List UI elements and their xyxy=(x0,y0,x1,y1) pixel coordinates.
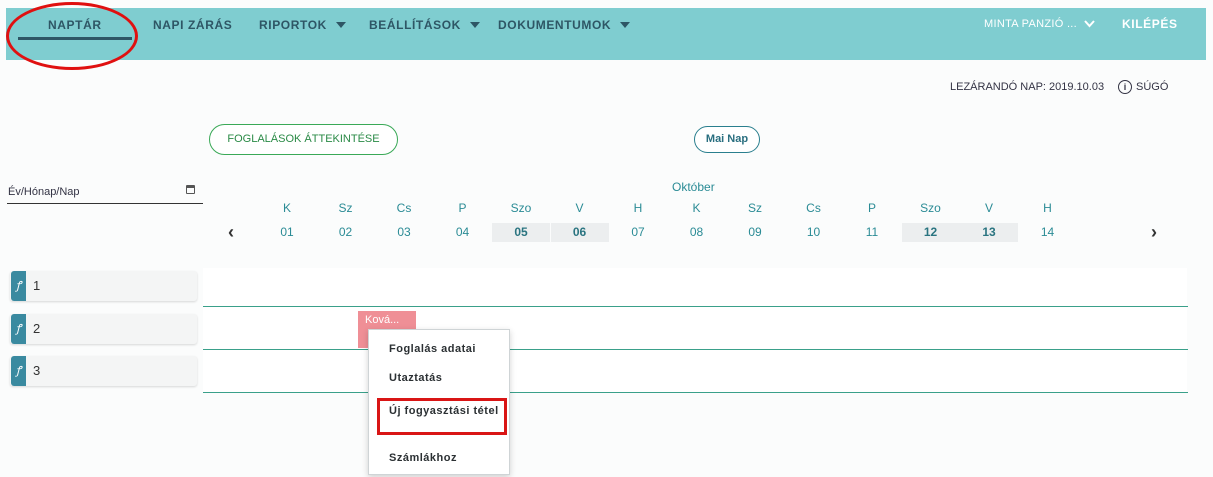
room-label: 2 xyxy=(33,321,41,336)
info-icon: i xyxy=(1118,80,1132,94)
ctx-item-new-consumption[interactable]: Új fogyasztási tétel xyxy=(389,403,499,420)
date-input[interactable]: Év/Hónap/Nap xyxy=(8,186,80,198)
day-number[interactable]: 08 xyxy=(668,223,726,242)
top-navbar: NAPTÁR NAPI ZÁRÁS RIPORTOK BEÁLLÍTÁSOK D… xyxy=(6,8,1206,60)
day-number[interactable]: 01 xyxy=(258,223,316,242)
nav-dokumentumok[interactable]: DOKUMENTUMOK xyxy=(498,18,631,32)
day-name: Sz xyxy=(747,201,762,215)
day-name: H xyxy=(633,201,643,215)
active-tab-underline xyxy=(18,37,132,40)
calendar-icon[interactable] xyxy=(186,185,195,194)
help-label: SÚGÓ xyxy=(1136,80,1169,93)
context-menu: Foglalás adatai Utaztatás Új fogyasztási… xyxy=(368,329,510,475)
key-icon: ꝭ xyxy=(11,356,26,386)
day-name: K xyxy=(692,201,701,215)
day-number[interactable]: 05 xyxy=(492,223,550,242)
nav-beallitasok[interactable]: BEÁLLÍTÁSOK xyxy=(369,18,480,32)
day-name: P xyxy=(867,201,876,215)
nav-napi-zaras[interactable]: NAPI ZÁRÁS xyxy=(153,18,232,32)
help-link[interactable]: i SÚGÓ xyxy=(1118,80,1168,94)
bookings-overview-button[interactable]: FOGLALÁSOK ÁTTEKINTÉSE xyxy=(209,124,398,155)
room-label: 1 xyxy=(33,278,41,293)
day-name: P xyxy=(458,201,467,215)
room-row-3[interactable] xyxy=(203,350,1187,392)
nav-riportok-label: RIPORTOK xyxy=(259,18,327,32)
nav-dokumentumok-label: DOKUMENTUMOK xyxy=(498,18,612,32)
day-number[interactable]: 03 xyxy=(375,223,433,242)
day-number[interactable]: 07 xyxy=(609,223,667,242)
key-icon: ꝭ xyxy=(11,271,26,301)
day-number[interactable]: 11 xyxy=(843,223,901,242)
nav-naptar[interactable]: NAPTÁR xyxy=(48,18,102,32)
chevron-left-icon[interactable]: ‹ xyxy=(228,222,234,243)
day-name: Cs xyxy=(396,201,412,215)
day-number[interactable]: 13 xyxy=(960,223,1018,242)
room-card-2[interactable]: ꝭ 2 xyxy=(10,314,197,344)
room-row-1[interactable] xyxy=(203,268,1187,306)
caret-down-icon xyxy=(620,21,631,28)
room-card-1[interactable]: ꝭ 1 xyxy=(10,271,197,301)
day-name: V xyxy=(575,201,584,215)
key-icon: ꝭ xyxy=(11,314,26,344)
day-number[interactable]: 06 xyxy=(550,223,609,242)
nav-beallitasok-label: BEÁLLÍTÁSOK xyxy=(369,18,461,32)
month-label: Október xyxy=(672,180,715,194)
nav-riportok[interactable]: RIPORTOK xyxy=(259,18,346,32)
room-row-2[interactable] xyxy=(203,307,1187,349)
day-number[interactable]: 14 xyxy=(1019,223,1077,242)
nav-napi-zaras-label: NAPI ZÁRÁS xyxy=(153,18,233,32)
user-menu-label: MINTA PANZIÓ ... xyxy=(984,18,1081,30)
nav-naptar-label: NAPTÁR xyxy=(48,18,102,32)
row-divider xyxy=(203,392,1188,393)
caret-down-icon xyxy=(469,21,480,28)
day-name: Cs xyxy=(806,201,821,215)
day-name: Szo xyxy=(920,201,941,215)
chevron-right-icon[interactable]: › xyxy=(1151,222,1157,243)
day-number[interactable]: 09 xyxy=(726,223,784,242)
logout-button[interactable]: KILÉPÉS xyxy=(1122,17,1178,31)
day-number[interactable]: 10 xyxy=(785,223,843,242)
day-number[interactable]: 04 xyxy=(434,223,492,242)
date-input-underline xyxy=(7,203,203,204)
day-number[interactable]: 12 xyxy=(901,223,960,242)
ctx-item-invoices[interactable]: Számlákhoz xyxy=(389,450,457,467)
ctx-item-booking-details[interactable]: Foglalás adatai xyxy=(389,341,476,358)
caret-down-icon xyxy=(335,21,346,28)
closing-day-text: LEZÁRANDÓ NAP: 2019.10.03 xyxy=(950,81,1105,93)
day-name: V xyxy=(984,201,993,215)
day-number[interactable]: 02 xyxy=(317,223,375,242)
room-card-3[interactable]: ꝭ 3 xyxy=(10,356,197,386)
chevron-down-icon xyxy=(1084,20,1096,28)
ctx-item-travel[interactable]: Utaztatás xyxy=(389,370,442,387)
day-name: K xyxy=(282,201,291,215)
day-name: Szo xyxy=(510,201,532,215)
day-name: Sz xyxy=(338,201,353,215)
room-label: 3 xyxy=(33,363,41,378)
day-name: H xyxy=(1043,201,1052,215)
today-button[interactable]: Mai Nap xyxy=(694,126,760,153)
user-menu[interactable]: MINTA PANZIÓ ... xyxy=(984,18,1096,30)
